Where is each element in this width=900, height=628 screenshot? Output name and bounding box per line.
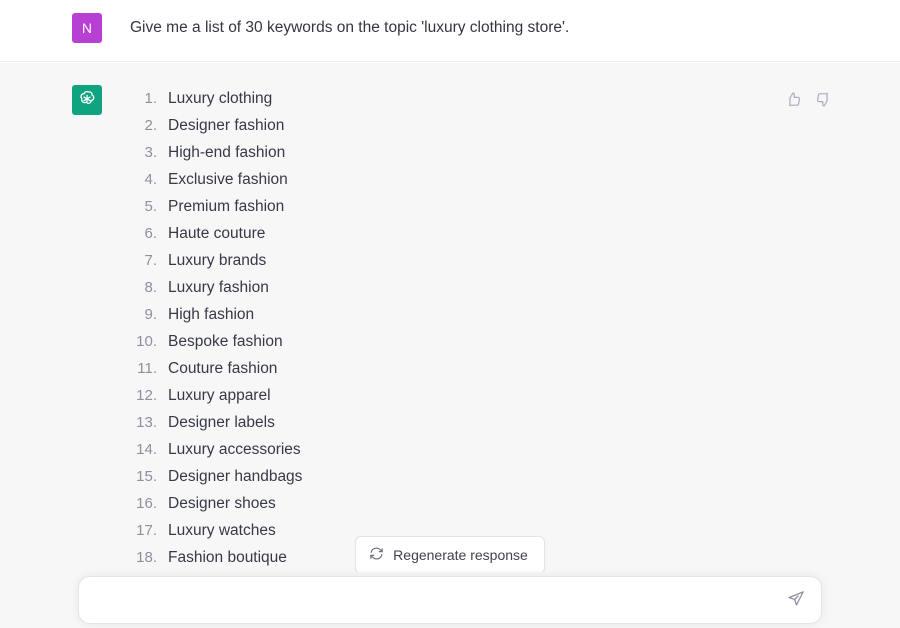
keyword-list-item: Bespoke fashion bbox=[130, 328, 283, 355]
composer-zone bbox=[0, 572, 900, 628]
chat-input[interactable] bbox=[79, 577, 783, 623]
thumbs-down-icon[interactable] bbox=[815, 91, 832, 108]
keyword-list-item: Premium fashion bbox=[130, 193, 285, 220]
composer[interactable] bbox=[78, 576, 822, 624]
keyword-list-item: Luxury clothing bbox=[130, 85, 273, 112]
user-message-row: N Give me a list of 30 keywords on the t… bbox=[0, 0, 900, 62]
keyword-list-item: Designer fashion bbox=[130, 112, 285, 139]
regenerate-response-label: Regenerate response bbox=[393, 547, 528, 563]
user-message-inner: N Give me a list of 30 keywords on the t… bbox=[0, 13, 900, 43]
regenerate-response-button[interactable]: Regenerate response bbox=[355, 536, 545, 574]
keyword-list-item: Designer shoes bbox=[130, 490, 276, 517]
keyword-list-item: Couture fashion bbox=[130, 355, 278, 382]
send-paper-plane-icon bbox=[787, 590, 805, 611]
keyword-list-item: Exclusive fashion bbox=[130, 166, 288, 193]
assistant-answer-body: Luxury clothing Designer fashion High-end … bbox=[130, 85, 840, 571]
keyword-list-item: High fashion bbox=[130, 301, 255, 328]
keyword-list-item: Luxury fashion bbox=[130, 274, 269, 301]
user-avatar: N bbox=[72, 13, 102, 43]
feedback-actions bbox=[785, 91, 832, 108]
keyword-list-item: Designer labels bbox=[130, 409, 275, 436]
user-avatar-initial: N bbox=[81, 20, 93, 36]
keyword-list-item: Haute couture bbox=[130, 220, 266, 247]
keyword-list: Luxury clothing Designer fashion High-end … bbox=[130, 85, 840, 571]
keyword-list-item: Luxury accessories bbox=[130, 436, 301, 463]
refresh-icon bbox=[369, 546, 384, 564]
assistant-message-row: Luxury clothing Designer fashion High-end … bbox=[0, 63, 900, 628]
assistant-message-inner: Luxury clothing Designer fashion High-end … bbox=[0, 85, 900, 571]
send-button[interactable] bbox=[783, 590, 821, 611]
keyword-list-item: Designer handbags bbox=[130, 463, 303, 490]
openai-logo-icon bbox=[77, 89, 97, 112]
keyword-list-item: Luxury brands bbox=[130, 247, 267, 274]
keyword-list-item: Luxury apparel bbox=[130, 382, 271, 409]
regenerate-wrapper: Regenerate response bbox=[0, 536, 900, 574]
user-prompt-text: Give me a list of 30 keywords on the top… bbox=[130, 19, 570, 36]
assistant-avatar bbox=[72, 85, 102, 115]
keyword-list-item: High-end fashion bbox=[130, 139, 286, 166]
thumbs-up-icon[interactable] bbox=[785, 91, 802, 108]
